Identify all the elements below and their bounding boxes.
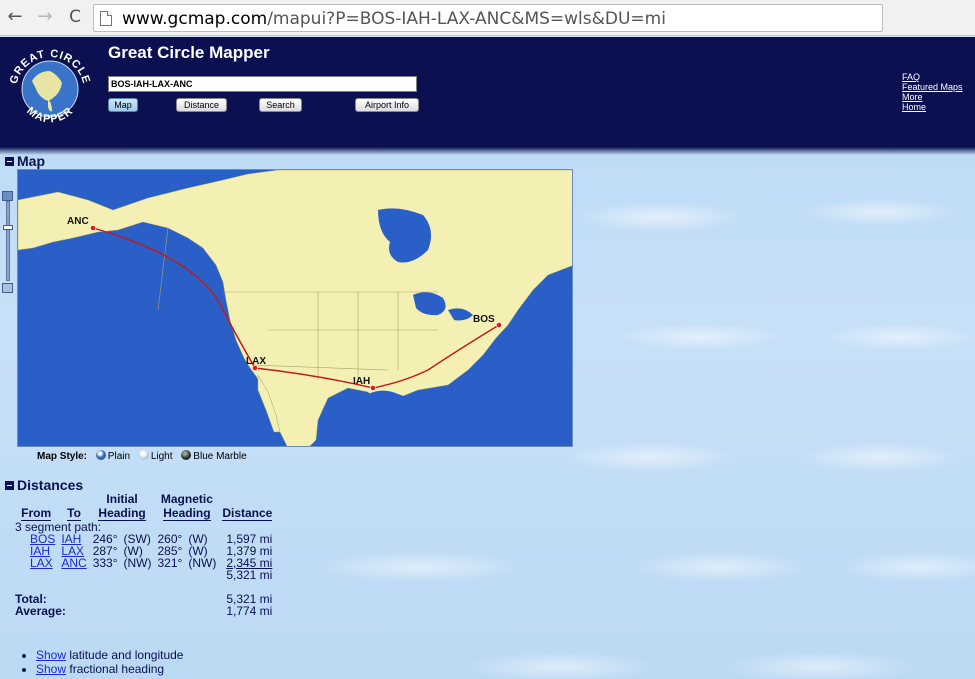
airport-label-anc: ANC — [67, 216, 89, 227]
distance-button[interactable]: Distance — [176, 98, 227, 112]
show-fractional-heading-link[interactable]: Show — [36, 662, 66, 676]
reload-icon[interactable]: C — [64, 6, 86, 28]
map-style-blue-marble[interactable]: Blue Marble — [181, 450, 247, 462]
display-options: Show latitude and longitude Show fractio… — [36, 648, 183, 676]
more-link[interactable]: More — [902, 92, 963, 102]
airport-marker-anc[interactable] — [90, 225, 96, 231]
initial-direction: (NW) — [123, 556, 152, 570]
zoom-in-icon[interactable] — [2, 191, 13, 201]
map-style-selector: Map Style: Plain Light Blue Marble — [37, 450, 253, 462]
initial-heading: 333° — [92, 556, 118, 570]
zoom-out-icon[interactable] — [2, 283, 13, 293]
magnetic-direction: (NW) — [188, 556, 217, 570]
col-initial-2: Heading — [98, 506, 146, 521]
average-distance: 1,774 mi — [226, 604, 273, 618]
col-distance: Distance — [222, 506, 273, 521]
col-magnetic-2: Heading — [163, 506, 211, 521]
map-style-plain-label: Plain — [107, 451, 131, 462]
url-text: www.gcmap.com/mapui?P=BOS-IAH-LAX-ANC&MS… — [122, 9, 666, 29]
airport-label-iah: IAH — [353, 376, 370, 387]
route-map[interactable]: ANC BOS LAX IAH — [17, 169, 573, 447]
route-input[interactable] — [108, 76, 417, 92]
page-content: GREAT CIRCLE MAPPER Great Circle Mapper … — [0, 37, 975, 679]
great-circle-mapper-logo[interactable]: GREAT CIRCLE MAPPER — [2, 41, 98, 137]
airport-label-lax: LAX — [246, 356, 266, 367]
collapse-icon[interactable] — [5, 481, 14, 490]
map-style-blue-marble-label: Blue Marble — [193, 451, 247, 462]
top-links: FAQ Featured Maps More Home — [902, 72, 963, 112]
home-link[interactable]: Home — [902, 102, 963, 112]
address-bar[interactable]: www.gcmap.com/mapui?P=BOS-IAH-LAX-ANC&MS… — [93, 4, 883, 32]
to-link[interactable]: ANC — [61, 556, 86, 570]
back-arrow-icon[interactable]: ← — [4, 6, 26, 28]
airport-label-bos: BOS — [473, 314, 495, 325]
list-item: Show latitude and longitude — [36, 648, 183, 662]
faq-link[interactable]: FAQ — [902, 72, 963, 82]
map-section-heading[interactable]: Map — [5, 153, 45, 169]
map-canvas[interactable]: ANC BOS LAX IAH — [18, 170, 573, 447]
featured-maps-link[interactable]: Featured Maps — [902, 82, 963, 92]
distances-table: From To Initial Magnetic Distance Headin… — [14, 492, 275, 617]
airport-info-button[interactable]: Airport Info — [355, 98, 419, 112]
airport-marker-iah[interactable] — [370, 385, 376, 391]
collapse-icon[interactable] — [5, 157, 14, 166]
browser-toolbar: ← → C www.gcmap.com/mapui?P=BOS-IAH-LAX-… — [0, 0, 975, 36]
url-path: /mapui?P=BOS-IAH-LAX-ANC&MS=wls&DU=mi — [267, 9, 666, 29]
from-link[interactable]: LAX — [30, 556, 53, 570]
site-header: GREAT CIRCLE MAPPER Great Circle Mapper … — [0, 37, 975, 155]
list-item: Show fractional heading — [36, 662, 183, 676]
forward-arrow-icon[interactable]: → — [34, 6, 56, 28]
search-button[interactable]: Search — [259, 98, 302, 112]
col-to: To — [67, 506, 81, 521]
map-style-light-label: Light — [150, 451, 173, 462]
option-text: fractional heading — [66, 662, 165, 676]
site-title: Great Circle Mapper — [108, 43, 270, 62]
option-text: latitude and longitude — [66, 648, 184, 662]
map-style-label: Map Style: — [37, 451, 88, 462]
map-style-plain[interactable]: Plain — [95, 450, 131, 462]
zoom-track[interactable] — [6, 201, 10, 281]
distances-heading-label: Distances — [17, 477, 84, 493]
map-style-light[interactable]: Light — [138, 450, 173, 462]
airport-marker-bos[interactable] — [496, 322, 502, 328]
map-heading-label: Map — [17, 153, 45, 169]
magnetic-heading: 321° — [157, 556, 183, 570]
col-initial-1: Initial — [106, 492, 138, 506]
light-globe-icon — [138, 450, 149, 460]
col-from: From — [21, 506, 52, 521]
map-button[interactable]: Map — [108, 98, 138, 112]
plain-globe-icon — [95, 450, 106, 460]
zoom-handle[interactable] — [3, 225, 13, 230]
zoom-slider[interactable] — [2, 191, 14, 295]
average-label: Average: — [15, 604, 66, 618]
page-icon — [100, 11, 112, 26]
show-latlon-link[interactable]: Show — [36, 648, 66, 662]
blue-marble-globe-icon — [181, 450, 192, 460]
subtotal-distance: 5,321 mi — [226, 568, 273, 582]
col-magnetic-1: Magnetic — [160, 492, 213, 506]
distances-section-heading[interactable]: Distances — [5, 477, 83, 493]
distances-table-wrapper: From To Initial Magnetic Distance Headin… — [14, 492, 275, 617]
url-domain: www.gcmap.com — [122, 9, 268, 29]
